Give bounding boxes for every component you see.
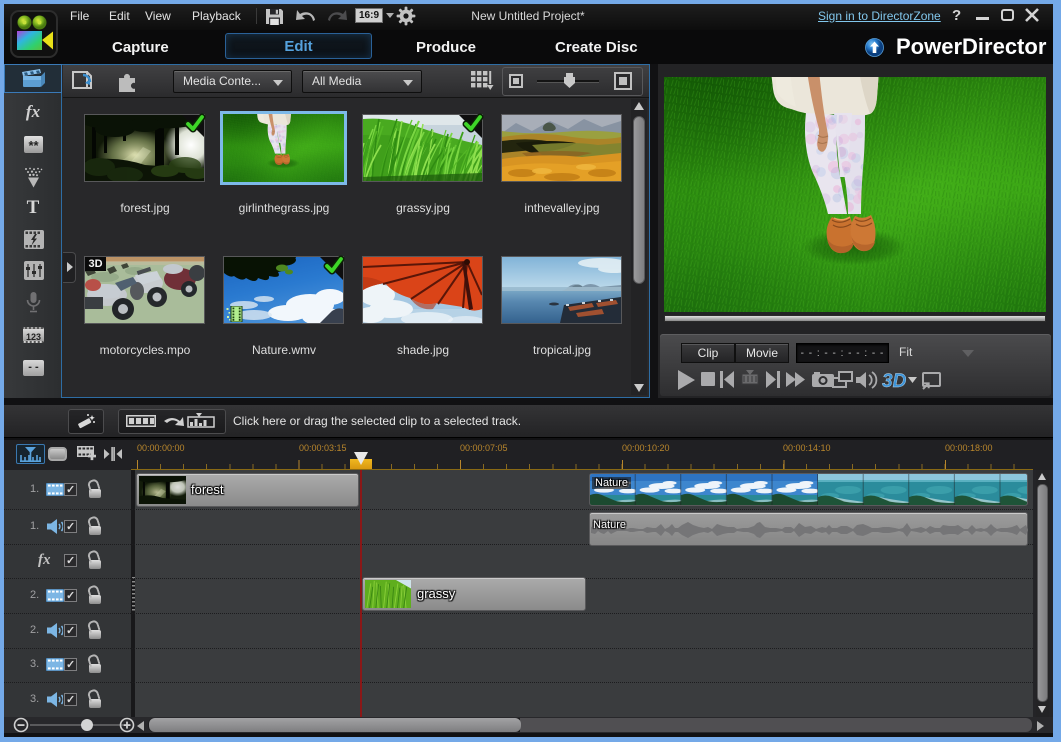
svg-text:3D: 3D	[882, 371, 907, 392]
